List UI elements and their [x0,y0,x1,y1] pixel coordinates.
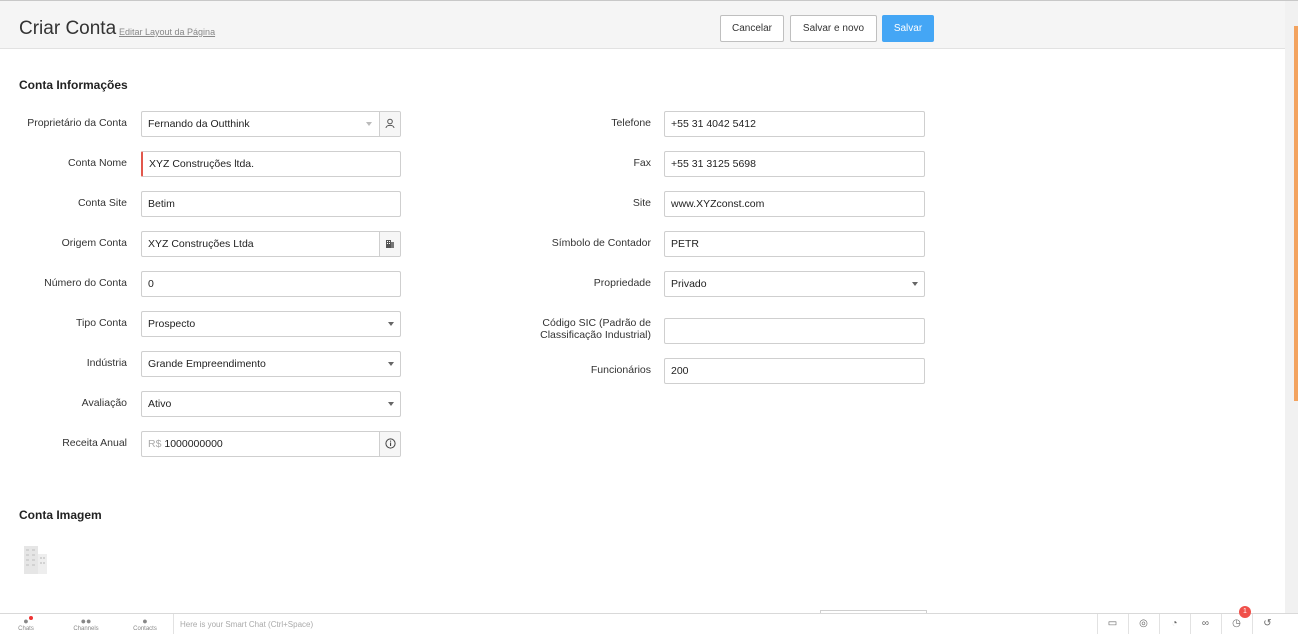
ownership-select[interactable]: Privado [664,271,925,297]
annual-revenue-input[interactable]: R$ 1000000000 [141,431,401,457]
dropdown-arrow-icon [388,362,394,366]
save-and-new-button[interactable]: Salvar e novo [790,15,877,42]
label-annual-revenue: Receita Anual [62,437,127,449]
building-lookup-icon[interactable] [379,232,400,256]
gamepad-icon[interactable]: ◎ [1128,614,1158,634]
unread-indicator [29,616,33,620]
industry-value: Grande Empreendimento [148,358,266,370]
fax-input[interactable]: +55 31 3125 5698 [664,151,925,177]
ticker-symbol-value: PETR [671,238,700,250]
label-sic-code-line2: Classificação Industrial) [540,329,651,341]
info-icon[interactable] [379,432,400,456]
channels-icon: ●● [80,616,92,626]
account-owner-select[interactable]: Fernando da Outthink [141,111,401,137]
ownership-value: Privado [671,278,707,290]
fax-value: +55 31 3125 5698 [671,158,756,170]
label-account-name: Conta Nome [68,157,127,169]
label-employees: Funcionários [590,364,651,376]
dropdown-arrow-icon [388,402,394,406]
phone-value: +55 31 4042 5412 [671,118,756,130]
label-fax: Fax [633,157,651,169]
account-type-select[interactable]: Prospecto [141,311,401,337]
page-title: Criar Conta [19,18,117,39]
label-industry: Indústria [86,357,127,369]
website-input[interactable]: www.XYZconst.com [664,191,925,217]
notification-badge: 1 [1239,606,1251,618]
account-number-value: 0 [148,278,154,290]
dropdown-arrow-icon [388,322,394,326]
divider [173,614,174,634]
cancel-button[interactable]: Cancelar [720,15,784,42]
user-lookup-icon[interactable] [379,112,400,136]
channels-tab-label: Channels [73,626,99,632]
label-parent-account: Origem Conta [61,237,127,249]
label-account-site: Conta Site [77,197,127,209]
employees-value: 200 [671,365,689,377]
label-account-type: Tipo Conta [76,317,127,329]
label-phone: Telefone [611,117,651,129]
account-owner-value: Fernando da Outthink [148,118,250,130]
bottom-chat-bar: ● Chats ●● Channels ● Contacts Here is y… [0,613,1298,634]
account-number-input[interactable]: 0 [141,271,401,297]
bike-icon[interactable]: ∞ [1190,614,1220,634]
parent-account-value: XYZ Construções Ltda [148,238,254,250]
parent-account-input[interactable]: XYZ Construções Ltda [141,231,401,257]
label-rating: Avaliação [81,397,127,409]
label-ownership: Propriedade [593,277,651,289]
phone-input[interactable]: +55 31 4042 5412 [664,111,925,137]
building-icon [24,546,47,574]
website-value: www.XYZconst.com [671,198,765,210]
employees-input[interactable]: 200 [664,358,925,384]
page-header: Criar Conta Editar Layout da Página Canc… [0,1,1285,49]
label-sic-code-line1: Código SIC (Padrão de [542,317,651,329]
scrollbar-thumb[interactable] [1294,26,1298,401]
chat-icon: ● [23,616,29,626]
section-title-account-info: Conta Informações [19,78,128,92]
chevron-down-icon [366,122,372,126]
sic-code-input[interactable] [664,318,925,344]
label-sic-code: Código SIC (Padrão de Classificação Indu… [480,317,651,341]
section-title-account-image: Conta Imagem [19,508,102,522]
channels-tab[interactable]: ●● Channels [66,616,106,632]
contacts-tab-label: Contacts [133,626,157,632]
label-account-owner: Proprietário da Conta [27,117,127,129]
contacts-tab[interactable]: ● Contacts [125,616,165,632]
scrollbar[interactable] [1285,1,1298,613]
history-icon[interactable]: ↺ [1252,614,1282,634]
annual-revenue-value: 1000000000 [164,438,223,450]
account-site-input[interactable]: Betim [141,191,401,217]
currency-prefix: R$ [148,438,162,450]
account-image-placeholder[interactable] [22,542,48,574]
edit-layout-link[interactable]: Editar Layout da Página [119,27,215,37]
smart-chat-input[interactable]: Here is your Smart Chat (Ctrl+Space) [180,620,313,629]
rating-select[interactable]: Ativo [141,391,401,417]
chats-tab-label: Chats [18,626,34,632]
contacts-icon: ● [142,616,148,626]
ticker-symbol-input[interactable]: PETR [664,231,925,257]
label-ticker-symbol: Símbolo de Contador [551,237,651,249]
screen-share-icon[interactable]: ▭ [1097,614,1127,634]
account-type-value: Prospecto [148,318,196,330]
industry-select[interactable]: Grande Empreendimento [141,351,401,377]
account-name-value: XYZ Construções ltda. [149,158,255,170]
account-site-value: Betim [148,198,175,210]
chats-tab[interactable]: ● Chats [6,616,46,632]
rating-value: Ativo [148,398,172,410]
timer-icon[interactable]: ◔ [1159,614,1189,634]
save-button[interactable]: Salvar [882,15,934,42]
account-name-input[interactable]: XYZ Construções ltda. [141,151,401,177]
label-account-number: Número do Conta [44,277,127,289]
dropdown-arrow-icon [912,282,918,286]
label-website: Site [632,197,651,209]
